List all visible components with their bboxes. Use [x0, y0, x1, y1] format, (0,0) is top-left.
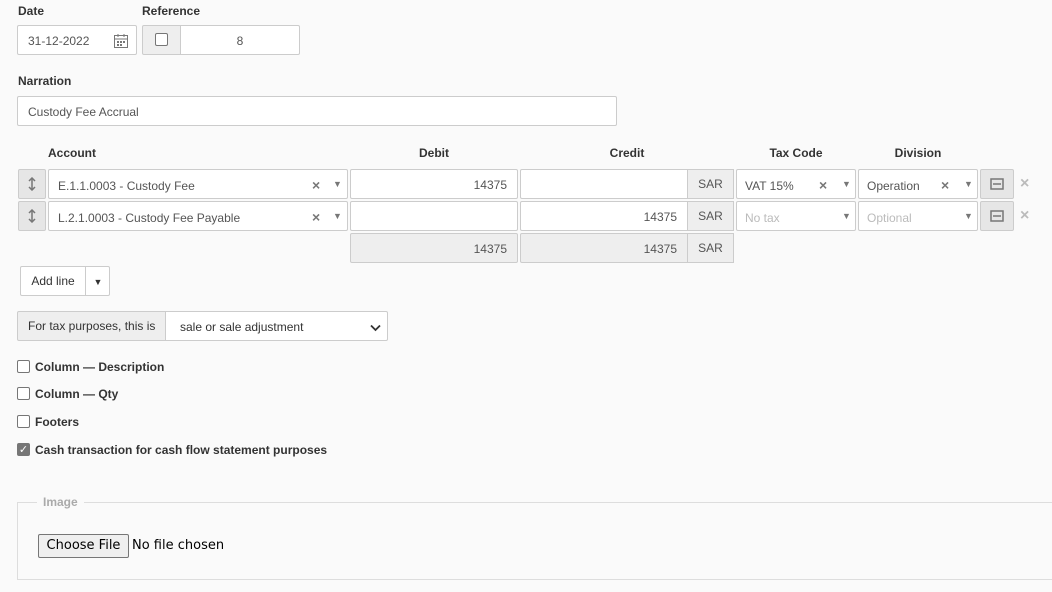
line-details-icon[interactable]	[980, 169, 1014, 199]
reference-checkbox-addon	[142, 25, 181, 55]
calendar-icon[interactable]	[113, 33, 129, 52]
table-row: E.1.1.0003 - Custody Fee × ▼ 14375 SAR V…	[0, 168, 1052, 200]
column-description-checkbox[interactable]	[17, 360, 30, 373]
account-select[interactable]: E.1.1.0003 - Custody Fee × ▼	[48, 169, 348, 199]
add-line-button-group: Add line ▼	[20, 266, 110, 296]
account-value: E.1.1.0003 - Custody Fee	[58, 179, 195, 193]
currency-addon: SAR	[687, 201, 734, 231]
tax-code-select[interactable]: VAT 15% × ▼	[736, 169, 856, 199]
division-select[interactable]: Operation × ▼	[858, 169, 978, 199]
account-value: L.2.1.0003 - Custody Fee Payable	[58, 211, 241, 225]
choose-file-button[interactable]: Choose File	[38, 534, 129, 558]
date-field[interactable]: 31-12-2022	[17, 25, 137, 55]
currency-addon: SAR	[687, 169, 734, 199]
currency-addon: SAR	[687, 233, 734, 263]
cash-transaction-checkbox[interactable]: ✓	[17, 443, 30, 456]
header-credit: Credit	[609, 146, 645, 160]
reference-value: 8	[236, 34, 244, 48]
date-label: Date	[18, 4, 45, 18]
debit-input[interactable]: 14375	[350, 169, 518, 199]
reference-input[interactable]: 8	[180, 25, 300, 55]
drag-handle-icon[interactable]	[18, 201, 46, 231]
column-description-label[interactable]: Column — Description	[35, 360, 164, 374]
header-debit: Debit	[419, 146, 449, 160]
narration-label: Narration	[18, 74, 72, 88]
debit-value: 14375	[473, 178, 507, 192]
tax-code-select[interactable]: No tax ▼	[736, 201, 856, 231]
add-line-button[interactable]: Add line	[21, 267, 85, 295]
clear-icon[interactable]: ×	[312, 177, 320, 193]
chevron-down-icon[interactable]: ▼	[333, 211, 342, 221]
header-account: Account	[48, 146, 96, 160]
division-value: Operation	[867, 179, 920, 193]
line-details-icon[interactable]	[980, 201, 1014, 231]
account-select[interactable]: L.2.1.0003 - Custody Fee Payable × ▼	[48, 201, 348, 231]
table-row: L.2.1.0003 - Custody Fee Payable × ▼ 143…	[0, 200, 1052, 232]
date-value: 31-12-2022	[28, 34, 90, 48]
tax-code-placeholder: No tax	[745, 211, 780, 225]
header-tax-code: Tax Code	[769, 146, 823, 160]
footers-label[interactable]: Footers	[35, 415, 79, 429]
chevron-down-icon[interactable]: ▼	[842, 211, 851, 221]
clear-icon[interactable]: ×	[819, 177, 827, 193]
add-line-dropdown-toggle[interactable]: ▼	[85, 267, 110, 295]
credit-total-value: 14375	[643, 242, 677, 256]
drag-handle-icon[interactable]	[18, 169, 46, 199]
debit-total: 14375	[350, 233, 518, 263]
debit-input[interactable]	[350, 201, 518, 231]
credit-total: 14375	[520, 233, 688, 263]
chevron-down-icon	[370, 321, 381, 335]
credit-value: 14375	[643, 210, 677, 224]
delete-line-icon[interactable]: ×	[1020, 175, 1029, 193]
footers-checkbox[interactable]	[17, 415, 30, 428]
tax-purpose-label: For tax purposes, this is	[17, 311, 166, 341]
tax-purpose-value: sale or sale adjustment	[180, 320, 304, 334]
chevron-down-icon[interactable]: ▼	[964, 211, 973, 221]
clear-icon[interactable]: ×	[312, 209, 320, 225]
file-status: No file chosen	[132, 538, 225, 553]
division-select[interactable]: Optional ▼	[858, 201, 978, 231]
chevron-down-icon[interactable]: ▼	[842, 179, 851, 189]
header-division: Division	[894, 146, 942, 160]
column-qty-label[interactable]: Column — Qty	[35, 387, 118, 401]
chevron-down-icon[interactable]: ▼	[333, 179, 342, 189]
narration-value: Custody Fee Accrual	[28, 105, 139, 119]
delete-line-icon[interactable]: ×	[1020, 207, 1029, 225]
cash-transaction-label[interactable]: Cash transaction for cash flow statement…	[35, 443, 327, 457]
tax-code-value: VAT 15%	[745, 179, 794, 193]
reference-auto-checkbox[interactable]	[155, 33, 168, 46]
chevron-down-icon[interactable]: ▼	[964, 179, 973, 189]
division-placeholder: Optional	[867, 211, 912, 225]
caret-down-icon: ▼	[93, 277, 103, 287]
narration-input[interactable]: Custody Fee Accrual	[17, 96, 617, 126]
column-qty-checkbox[interactable]	[17, 387, 30, 400]
clear-icon[interactable]: ×	[941, 177, 949, 193]
debit-total-value: 14375	[473, 242, 507, 256]
image-legend: Image	[37, 495, 84, 509]
tax-purpose-select[interactable]: sale or sale adjustment	[165, 311, 388, 341]
reference-label: Reference	[142, 4, 201, 18]
credit-input[interactable]: 14375	[520, 201, 688, 231]
credit-input[interactable]	[520, 169, 688, 199]
